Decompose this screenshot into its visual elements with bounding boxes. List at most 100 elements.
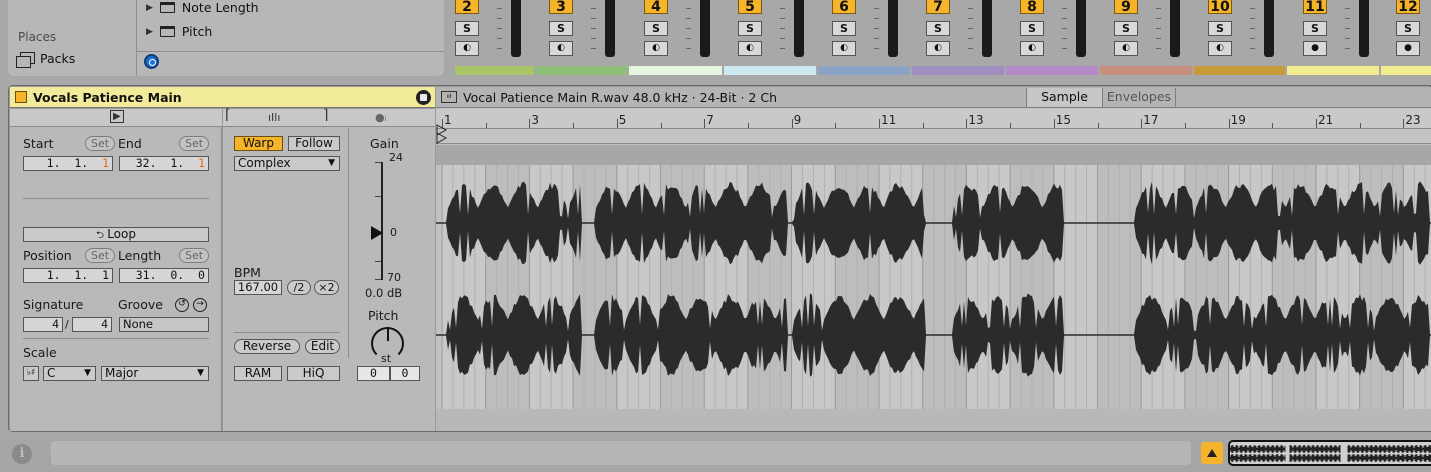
- track-color-strip[interactable]: [1287, 66, 1379, 75]
- track-color-strip[interactable]: [1194, 66, 1285, 75]
- warp-button[interactable]: Warp: [234, 136, 283, 151]
- scroll-zoom-area[interactable]: [436, 409, 1431, 431]
- hotswap-icon[interactable]: [144, 54, 159, 69]
- loop-marker-icon[interactable]: [436, 132, 450, 146]
- start-set-button[interactable]: Set: [85, 136, 116, 151]
- track-number-button[interactable]: 6: [832, 0, 856, 14]
- overview-waveform[interactable]: [1228, 440, 1431, 466]
- scale-mode-dropdown[interactable]: Major ▼: [101, 366, 209, 381]
- save-icon[interactable]: [416, 90, 431, 105]
- beat-time-ruler[interactable]: 1 3 5 7 9 11 13 15 17 19 21 23: [436, 109, 1431, 129]
- arm-button[interactable]: ◐: [1114, 41, 1138, 56]
- gain-value[interactable]: 0.0 dB: [365, 286, 402, 300]
- signature-numerator[interactable]: 4: [23, 317, 63, 332]
- gain-handle[interactable]: [371, 226, 383, 240]
- envelope-icon[interactable]: ●ᵢ: [375, 111, 387, 124]
- track-color-strip[interactable]: [1381, 66, 1431, 75]
- bpm-field[interactable]: 167.00: [234, 280, 282, 295]
- halve-tempo-button[interactable]: /2: [287, 280, 311, 295]
- ram-button[interactable]: RAM: [234, 366, 282, 381]
- clip-name[interactable]: Vocals Patience Main: [33, 90, 182, 105]
- track-color-strip[interactable]: [818, 66, 910, 75]
- solo-button[interactable]: S: [644, 21, 668, 36]
- arm-button[interactable]: ◐: [455, 41, 479, 56]
- packs-item[interactable]: Packs: [16, 51, 75, 68]
- track-color-strip[interactable]: [629, 66, 722, 75]
- track-color-strip[interactable]: [455, 66, 534, 75]
- position-set-button[interactable]: Set: [85, 248, 116, 263]
- length-set-button[interactable]: Set: [179, 248, 210, 263]
- track-number-button[interactable]: 11: [1303, 0, 1327, 14]
- waveform-display[interactable]: [436, 145, 1431, 409]
- groove-field[interactable]: None: [119, 317, 209, 332]
- arm-button[interactable]: ◐: [832, 41, 856, 56]
- warp-mode-dropdown[interactable]: Complex ▼: [234, 156, 340, 171]
- track-number-button[interactable]: 8: [1020, 0, 1044, 14]
- end-set-button[interactable]: Set: [179, 136, 210, 151]
- follow-button[interactable]: Follow: [288, 136, 340, 151]
- track-number-button[interactable]: 12: [1396, 0, 1420, 14]
- show-detail-toggle-icon[interactable]: [1201, 442, 1223, 464]
- track-number-button[interactable]: 5: [738, 0, 762, 14]
- solo-button[interactable]: S: [1114, 21, 1138, 36]
- reverse-button[interactable]: Reverse: [234, 339, 300, 354]
- track-color-strip[interactable]: [1006, 66, 1098, 75]
- track-color-strip[interactable]: [1100, 66, 1192, 75]
- tree-item-note-length[interactable]: ▶ Note Length: [146, 0, 259, 15]
- arm-button[interactable]: ◐: [738, 41, 762, 56]
- track-color-strip[interactable]: [724, 66, 816, 75]
- track-number-button[interactable]: 10: [1208, 0, 1232, 14]
- signature-denominator[interactable]: 4: [72, 317, 112, 332]
- detune-field[interactable]: 0: [390, 366, 420, 381]
- groove-hot-swap-icon[interactable]: ↺: [175, 298, 189, 312]
- solo-button[interactable]: S: [832, 21, 856, 36]
- solo-button[interactable]: S: [738, 21, 762, 36]
- scale-root-dropdown[interactable]: C ▼: [43, 366, 96, 381]
- solo-button[interactable]: S: [455, 21, 479, 36]
- gain-fader[interactable]: [381, 162, 383, 280]
- length-field[interactable]: 31. 0. 0: [119, 268, 209, 283]
- track-color-strip[interactable]: [912, 66, 1004, 75]
- double-tempo-button[interactable]: ×2: [314, 280, 339, 295]
- launch-icon[interactable]: ▶: [110, 110, 124, 123]
- arm-button[interactable]: ◐: [926, 41, 950, 56]
- bar-number: 7: [706, 113, 714, 127]
- position-field[interactable]: 1. 1. 1: [23, 268, 113, 283]
- marker-lane[interactable]: [436, 124, 1431, 146]
- start-field[interactable]: 1. 1. 1: [23, 156, 113, 171]
- audio-waveform-icon[interactable]: ıIlı: [268, 111, 280, 124]
- edit-button[interactable]: Edit: [305, 339, 340, 354]
- solo-button[interactable]: S: [1208, 21, 1232, 36]
- arm-button[interactable]: ◐: [1020, 41, 1044, 56]
- solo-button[interactable]: S: [1020, 21, 1044, 36]
- tab-sample[interactable]: Sample: [1026, 88, 1102, 107]
- expand-arrow-icon[interactable]: ▶: [146, 3, 153, 13]
- track-number-button[interactable]: 9: [1114, 0, 1138, 14]
- loop-button[interactable]: ⮌ Loop: [23, 227, 209, 242]
- arm-button[interactable]: ◐: [1208, 41, 1232, 56]
- solo-button[interactable]: S: [926, 21, 950, 36]
- groove-commit-icon[interactable]: →: [193, 298, 207, 312]
- arm-button[interactable]: ◐: [549, 41, 573, 56]
- info-icon[interactable]: i: [12, 444, 32, 464]
- transpose-field[interactable]: 0: [357, 366, 390, 381]
- solo-button[interactable]: S: [549, 21, 573, 36]
- arm-button[interactable]: ●: [1396, 41, 1420, 56]
- track-number-button[interactable]: 3: [549, 0, 573, 14]
- scale-toggle-icon[interactable]: ♭♯: [23, 366, 39, 381]
- clip-color-swatch[interactable]: [15, 91, 27, 103]
- tree-item-pitch[interactable]: ▶ Pitch: [146, 24, 212, 39]
- end-field[interactable]: 32. 1. 1: [119, 156, 209, 171]
- hiq-button[interactable]: HiQ: [287, 366, 340, 381]
- arm-button[interactable]: ◐: [644, 41, 668, 56]
- track-number-button[interactable]: 4: [644, 0, 668, 14]
- tab-envelopes[interactable]: Envelopes: [1102, 88, 1176, 107]
- track-number-button[interactable]: 7: [926, 0, 950, 14]
- solo-button[interactable]: S: [1396, 21, 1420, 36]
- track-number-button[interactable]: 2: [455, 0, 479, 14]
- track-color-strip[interactable]: [536, 66, 627, 75]
- expand-arrow-icon[interactable]: ▶: [146, 27, 153, 37]
- solo-button[interactable]: S: [1303, 21, 1327, 36]
- arm-button[interactable]: ●: [1303, 41, 1327, 56]
- browser-panel: Places Packs ▶ Note Length ▶ Pitch: [8, 0, 444, 76]
